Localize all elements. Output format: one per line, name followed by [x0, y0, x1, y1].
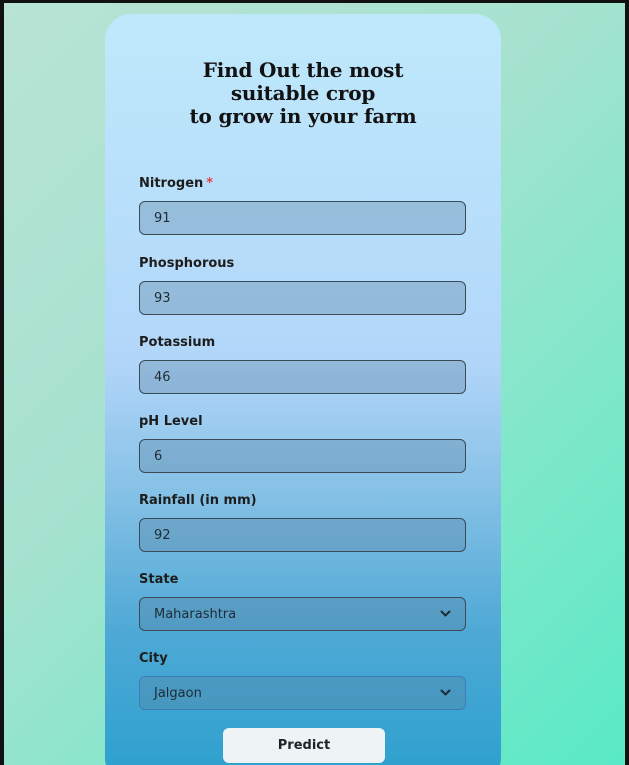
city-label: City [139, 651, 168, 666]
rainfall-label: Rainfall (in mm) [139, 493, 257, 508]
predict-button[interactable]: Predict [223, 728, 385, 763]
chevron-down-icon [439, 608, 451, 620]
nitrogen-input[interactable]: 91 [139, 201, 466, 235]
potassium-label: Potassium [139, 335, 216, 350]
form-title: Find Out the most suitable crop to grow … [105, 59, 501, 128]
city-select[interactable]: Jalgaon [139, 676, 466, 710]
state-label: State [139, 572, 179, 587]
nitrogen-label: Nitrogen * [139, 176, 213, 191]
state-select[interactable]: Maharashtra [139, 597, 466, 631]
city-selected-value: Jalgaon [154, 685, 202, 701]
ph-level-input[interactable]: 6 [139, 439, 466, 473]
phosphorous-input[interactable]: 93 [139, 281, 466, 315]
rainfall-value: 92 [154, 527, 171, 543]
crop-form-card: Find Out the most suitable crop to grow … [105, 14, 501, 765]
ph-level-value: 6 [154, 448, 163, 464]
browser-frame: Find Out the most suitable crop to grow … [0, 0, 629, 765]
form-title-line-2: suitable crop [230, 81, 376, 105]
nitrogen-label-text: Nitrogen [139, 176, 204, 191]
phosphorous-label: Phosphorous [139, 256, 235, 271]
potassium-value: 46 [154, 369, 171, 385]
chevron-down-icon [439, 687, 451, 699]
form-title-line-1: Find Out the most [202, 58, 404, 82]
rainfall-input[interactable]: 92 [139, 518, 466, 552]
form-title-line-3: to grow in your farm [189, 104, 417, 128]
phosphorous-value: 93 [154, 290, 171, 306]
potassium-input[interactable]: 46 [139, 360, 466, 394]
state-selected-value: Maharashtra [154, 606, 237, 622]
nitrogen-value: 91 [154, 210, 171, 226]
ph-level-label: pH Level [139, 414, 203, 429]
required-mark: * [206, 176, 214, 191]
